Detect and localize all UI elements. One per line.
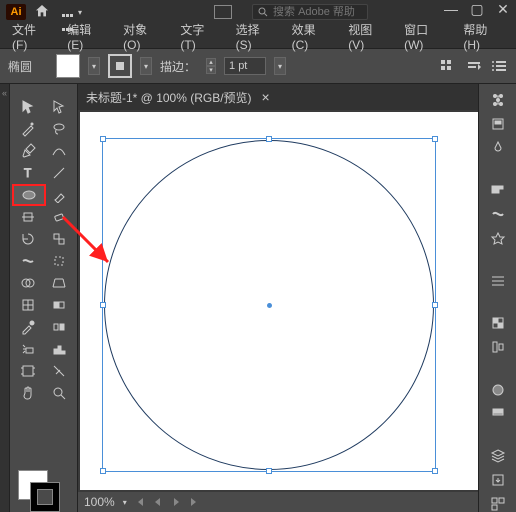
menu-file[interactable]: 文件(F) xyxy=(6,19,57,54)
gradient-tool[interactable] xyxy=(44,294,76,316)
scale-tool[interactable] xyxy=(44,228,76,250)
color-picker-icon[interactable] xyxy=(487,140,509,156)
fill-color-swatch[interactable] xyxy=(56,54,80,78)
maximize-button[interactable]: ▢ xyxy=(468,2,486,16)
libraries-icon[interactable] xyxy=(487,116,509,132)
artboards-panel-icon[interactable] xyxy=(487,496,509,512)
bounding-box[interactable] xyxy=(102,138,436,472)
type-tool[interactable]: T xyxy=(12,162,44,184)
free-transform-tool[interactable] xyxy=(44,250,76,272)
stroke-weight-input[interactable] xyxy=(224,57,266,75)
eyedropper-tool[interactable] xyxy=(12,316,44,338)
tab-close-icon[interactable]: × xyxy=(262,89,270,105)
pen-tool[interactable] xyxy=(12,140,44,162)
menu-edit[interactable]: 编辑(E) xyxy=(61,19,113,54)
stroke-stepper[interactable]: ▴▾ xyxy=(206,58,216,74)
direct-selection-tool[interactable] xyxy=(44,96,76,118)
tool-panel: T xyxy=(10,84,78,512)
stroke-panel-icon[interactable] xyxy=(487,273,509,289)
artboard-tool[interactable] xyxy=(12,360,44,382)
slice-tool[interactable] xyxy=(44,360,76,382)
menu-effect[interactable]: 效果(C) xyxy=(286,19,339,54)
canvas[interactable] xyxy=(80,112,514,490)
transparency-panel-icon[interactable] xyxy=(487,315,509,331)
stroke-color-swatch[interactable] xyxy=(108,54,132,78)
rotate-tool[interactable] xyxy=(12,228,44,250)
paintbrush-tool[interactable] xyxy=(46,184,76,206)
width-tool[interactable] xyxy=(12,250,44,272)
right-panel xyxy=(478,84,516,512)
menu-help[interactable]: 帮助(H) xyxy=(457,19,510,54)
fill-stroke-swatches[interactable] xyxy=(18,470,60,512)
close-button[interactable]: ✕ xyxy=(494,2,512,16)
selection-tool[interactable] xyxy=(12,96,44,118)
column-graph-tool[interactable] xyxy=(44,338,76,360)
stroke-weight-dropdown[interactable]: ▾ xyxy=(274,57,286,75)
panel-icon[interactable] xyxy=(214,5,232,19)
menu-type[interactable]: 文字(T) xyxy=(174,19,225,54)
nav-first-icon[interactable] xyxy=(135,497,145,507)
appearance-panel-icon[interactable] xyxy=(487,382,509,398)
menu-select[interactable]: 选择(S) xyxy=(230,19,282,54)
nav-next-icon[interactable] xyxy=(171,497,181,507)
svg-text:T: T xyxy=(24,166,32,180)
stroke-dropdown[interactable]: ▾ xyxy=(140,57,152,75)
curvature-tool[interactable] xyxy=(44,140,76,162)
handle-top-mid[interactable] xyxy=(266,136,272,142)
stroke-label: 描边： xyxy=(160,58,196,75)
properties-icon[interactable] xyxy=(487,92,509,108)
nav-last-icon[interactable] xyxy=(189,497,199,507)
left-rail[interactable]: « xyxy=(0,84,10,512)
brushes-panel-icon[interactable] xyxy=(487,206,509,222)
stroke-swatch[interactable] xyxy=(30,482,60,512)
swatches-panel-icon[interactable] xyxy=(487,182,509,198)
fill-dropdown[interactable]: ▾ xyxy=(88,57,100,75)
search-icon xyxy=(257,6,269,18)
graphic-styles-icon[interactable] xyxy=(487,406,509,422)
lasso-tool[interactable] xyxy=(44,118,76,140)
line-tool[interactable] xyxy=(44,162,76,184)
shape-name: 椭圆 xyxy=(8,58,48,75)
layers-panel-icon[interactable] xyxy=(487,448,509,464)
handle-bottom-mid[interactable] xyxy=(266,468,272,474)
menu-window[interactable]: 窗口(W) xyxy=(398,19,453,54)
ellipse-tool[interactable] xyxy=(12,184,46,206)
blend-tool[interactable] xyxy=(44,316,76,338)
search-input[interactable] xyxy=(273,6,363,18)
symbols-panel-icon[interactable] xyxy=(487,230,509,246)
align-icon[interactable] xyxy=(440,58,456,74)
eraser-tool[interactable] xyxy=(44,206,76,228)
align-panel-icon[interactable] xyxy=(487,339,509,355)
center-point xyxy=(267,303,272,308)
handle-mid-right[interactable] xyxy=(432,302,438,308)
asset-export-icon[interactable] xyxy=(487,472,509,488)
zoom-tool[interactable] xyxy=(44,382,76,404)
mesh-tool[interactable] xyxy=(12,294,44,316)
minimize-button[interactable]: — xyxy=(442,2,460,16)
handle-top-left[interactable] xyxy=(100,136,106,142)
arrange-icon[interactable] xyxy=(466,58,482,74)
document-tab[interactable]: 未标题-1* @ 100% (RGB/预览) xyxy=(86,89,252,106)
list-icon[interactable] xyxy=(492,58,508,74)
layout-switcher[interactable]: ▾ xyxy=(58,7,86,17)
menu-view[interactable]: 视图(V) xyxy=(342,19,394,54)
nav-prev-icon[interactable] xyxy=(153,497,163,507)
hand-tool[interactable] xyxy=(12,382,44,404)
symbol-sprayer-tool[interactable] xyxy=(12,338,44,360)
handle-top-right[interactable] xyxy=(432,136,438,142)
magic-wand-tool[interactable] xyxy=(12,118,44,140)
handle-bottom-right[interactable] xyxy=(432,468,438,474)
handle-bottom-left[interactable] xyxy=(100,468,106,474)
perspective-grid-tool[interactable] xyxy=(44,272,76,294)
menu-object[interactable]: 对象(O) xyxy=(117,19,170,54)
zoom-dropdown[interactable]: ▾ xyxy=(123,498,127,507)
zoom-level[interactable]: 100% xyxy=(84,495,115,509)
shape-builder-tool[interactable] xyxy=(12,272,44,294)
handle-mid-left[interactable] xyxy=(100,302,106,308)
shaper-tool[interactable] xyxy=(12,206,44,228)
